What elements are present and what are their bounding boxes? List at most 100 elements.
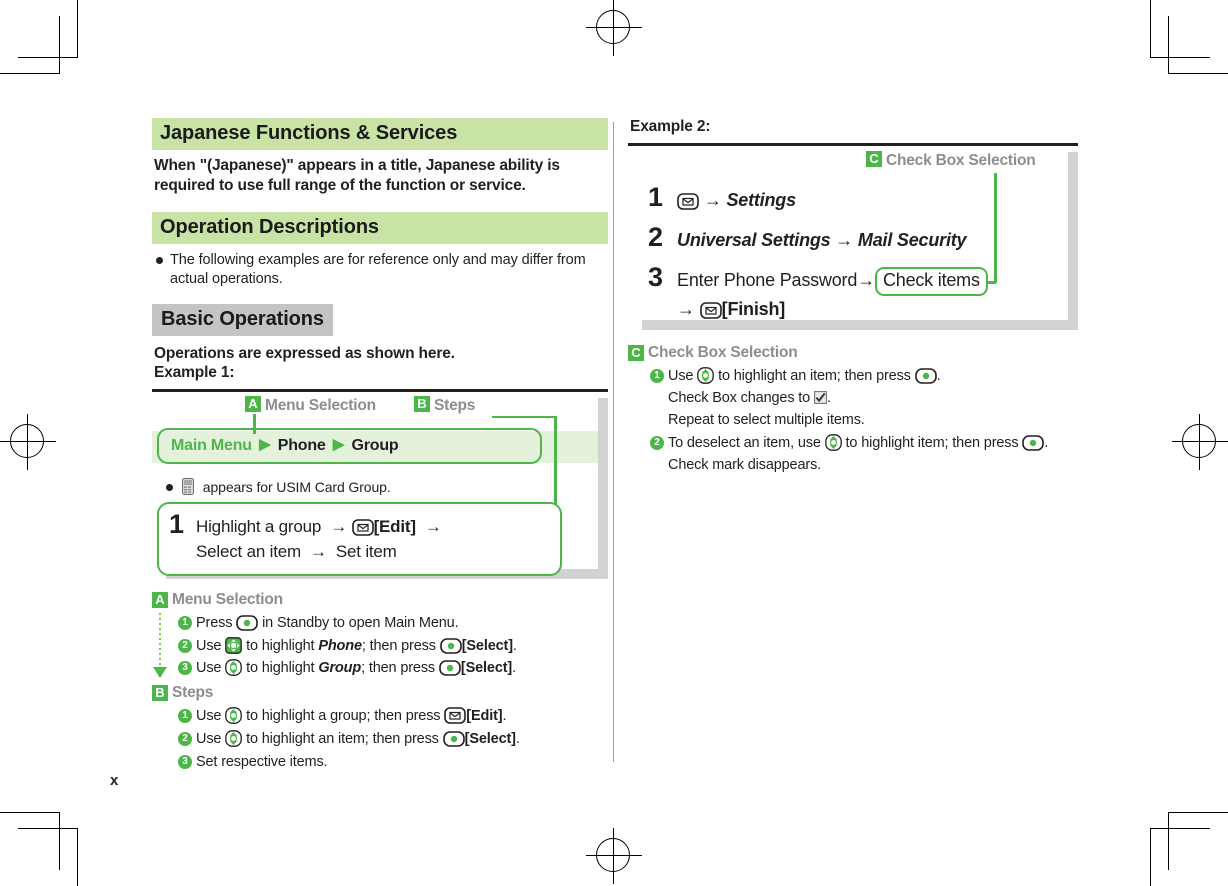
b3-pre: Set respective items. (196, 753, 328, 770)
navigation-updown-key-icon (225, 659, 243, 677)
usim-card-note: appears for USIM Card Group. (164, 477, 391, 496)
a1-post: in Standby to open Main Menu. (258, 614, 459, 631)
a3-post: . (512, 660, 516, 677)
center-key-icon (439, 637, 462, 654)
b1-pre: Use (196, 708, 226, 724)
callout-b-marker-detail: B (152, 685, 168, 701)
example-2-step-2-part1: Universal Settings (677, 230, 831, 250)
callout-a-title: Menu Selection (265, 396, 376, 414)
lead-line-2: required to use full range of the functi… (154, 177, 526, 195)
callout-a-marker-detail: A (152, 591, 168, 608)
callout-a-title-detail: Menu Selection (172, 590, 283, 608)
example-2-step-2[interactable]: 2 Universal Settings → Mail Security (648, 222, 967, 253)
menu-path-pill[interactable]: Main Menu ▶ Phone ▶ Group (157, 427, 542, 464)
a2-mid: to highlight (242, 637, 319, 654)
callout-a-marker: A (245, 395, 261, 412)
a3-mid2: ; then press (361, 660, 439, 677)
b2-pre: Use (196, 730, 226, 747)
callout-c-list: 1 Use to highlight an item; then press .… (650, 366, 1078, 477)
c1-sub-1: Check Box changes to . (668, 388, 1078, 410)
callout-a-section: A Menu Selection 1 Press in Standby to op… (152, 591, 608, 680)
callout-a-header: A Menu Selection (152, 591, 608, 609)
example-2-step-1[interactable]: 1 → Settings (648, 184, 796, 213)
mail-key-icon (699, 301, 722, 319)
mail-key-icon (444, 707, 467, 724)
callout-c-leader-vertical (994, 173, 997, 283)
arrow-right-icon: → (835, 230, 854, 250)
manual-page: Japanese Functions & Services When "(Jap… (0, 0, 1228, 886)
menu-path-item-2: Group (351, 436, 399, 454)
a3-label: [Select] (460, 660, 513, 677)
navigation-updown-key-icon (225, 729, 243, 747)
example-1-step-box[interactable]: 1 Highlight a group → [Edit] → Select an… (157, 501, 562, 576)
a2-emph: Phone (318, 637, 362, 654)
step-line2-pre: Select an item (196, 542, 301, 562)
left-column: Japanese Functions & Services When "(Jap… (152, 118, 608, 773)
mail-key-icon (677, 193, 699, 210)
callout-c-marker-group: C Check Box Selection (866, 151, 1036, 170)
checkbox-checked-icon (814, 390, 827, 404)
list-number-1: 1 (178, 709, 192, 723)
callout-b-leader-horizontal (492, 415, 557, 419)
step-line2-post: Set item (335, 542, 397, 562)
mail-key-icon (351, 518, 374, 536)
lead-line-1: When "(Japanese)" appears in a title, Ja… (154, 157, 560, 174)
callout-b-marker: B (414, 395, 430, 412)
list-number-3: 3 (178, 754, 192, 769)
callout-c-title: Check Box Selection (886, 152, 1036, 169)
menu-path-root: Main Menu (171, 436, 252, 454)
callout-a-item-2: 2 Use to highlight Phone; then press [Se… (178, 636, 608, 658)
usim-card-icon (182, 477, 195, 496)
callout-b-marker-group: B Steps (414, 395, 476, 415)
example-1-step-line-1: Highlight a group → [Edit] → (196, 514, 442, 540)
callout-b-leader-vertical (554, 415, 557, 510)
callout-b-title: Steps (434, 396, 476, 414)
a3-pre: Use (196, 660, 226, 677)
example-2-step-3-line-1: Enter Phone Password→ Check items (677, 267, 988, 296)
step-line1-label: [Edit] (373, 516, 416, 536)
c2-post: . (1044, 435, 1049, 452)
example-1-body: A Menu Selection B Steps Main Menu ▶ Pho… (152, 391, 608, 576)
callout-b-item-1: 1 Use to highlight a group; then press [… (178, 706, 608, 728)
center-key-icon (914, 368, 937, 384)
example-1-callout-row: A Menu Selection B Steps (152, 395, 598, 416)
chevron-right-icon-2: ▶ (332, 435, 345, 453)
callout-a-connector-arrow (153, 666, 167, 678)
list-number-3: 3 (178, 661, 192, 676)
a1-pre: Press (196, 614, 237, 631)
callout-c-section: C Check Box Selection 1 Use to highlight … (628, 344, 1078, 477)
c1-pre: Use (668, 368, 698, 384)
callout-b-list: 1 Use to highlight a group; then press [… (178, 706, 608, 773)
example-2-step-2-part2: Mail Security (857, 230, 967, 250)
center-key-icon (439, 660, 461, 677)
b2-mid: to highlight an item; then press (242, 730, 443, 747)
list-number-2: 2 (650, 436, 664, 451)
callout-c-marker: C (866, 151, 882, 167)
callout-b-item-2: 2 Use to highlight an item; then press [… (178, 729, 608, 751)
callout-b-item-3: 3 Set respective items. (178, 752, 608, 774)
list-number-1: 1 (178, 615, 192, 630)
center-key-icon (442, 730, 465, 747)
callout-a-list: 1 Press in Standby to open Main Menu. 2 Us… (178, 613, 608, 680)
b2-label: [Select] (464, 730, 516, 747)
example-2-box: C Check Box Selection 1 → Settings 2 Uni… (628, 143, 1078, 330)
arrow-right-icon-3: → (305, 542, 332, 562)
example-2-step-1-target: Settings (726, 190, 796, 210)
example-2-step-3[interactable]: 3 Enter Phone Password→ Check items → [F… (648, 264, 988, 323)
japanese-functions-lead: When "(Japanese)" appears in a title, Ja… (154, 156, 608, 197)
callout-a-marker-group: A Menu Selection (245, 395, 376, 415)
b1-label: [Edit] (466, 708, 503, 724)
c1-sub1-a: Check Box changes to (668, 389, 814, 406)
callout-b-section: B Steps 1 Use to highlight a group; then … (152, 684, 608, 773)
check-items-highlight[interactable]: Check items (874, 267, 988, 296)
navigation-updown-key-icon (824, 434, 842, 452)
c2-pre: To deselect an item, use (668, 435, 825, 452)
list-number-2: 2 (178, 731, 192, 746)
example-2-step-3-part2: [Finish] (721, 298, 786, 319)
a2-mid2: ; then press (361, 637, 440, 654)
arrow-right-icon: → (703, 190, 722, 210)
callout-a-item-1: 1 Press in Standby to open Main Menu. (178, 613, 608, 635)
a2-post: . (512, 637, 517, 654)
c1-sub-2: Repeat to select multiple items. (668, 411, 865, 428)
example-2-step-2-number: 2 (648, 222, 664, 252)
